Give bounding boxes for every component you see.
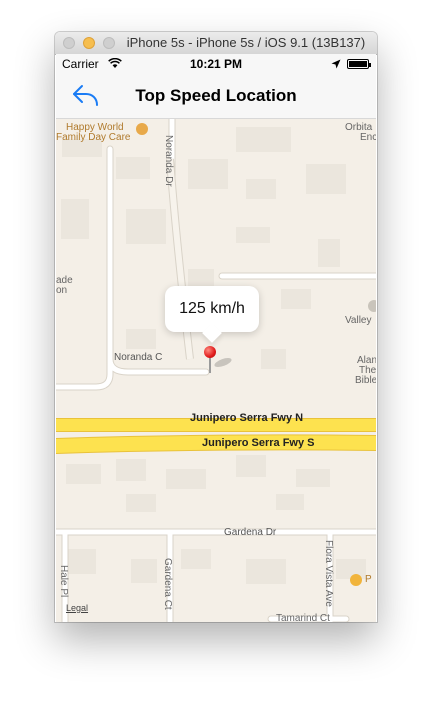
zoom-window-button[interactable] [103,37,115,49]
map-label-valley: Valley [345,315,372,326]
map-label-junipero-serra-fwy-n: Junipero Serra Fwy N [190,412,304,424]
page-title: Top Speed Location [135,86,297,105]
map-label-gardena-ct: Gardena Ct [162,558,173,610]
map-label-family-day-care: Family Day Care [56,132,131,143]
close-window-button[interactable] [63,37,75,49]
speed-callout[interactable]: 125 km/h [165,286,259,332]
map-label-poi-p: P [365,574,372,585]
map-label-enc: Enc [360,132,376,143]
map-label-noranda-c: Noranda C [114,352,163,363]
map-label-flora-vista-ave: Flora Vista Ave [323,540,334,607]
window-title: iPhone 5s - iPhone 5s / iOS 9.1 (13B137) [126,35,366,50]
map-label-junipero-serra-fwy-s: Junipero Serra Fwy S [202,437,315,449]
map-label-tamarind-ct: Tamarind Ct [276,613,330,622]
map-label-bible: Bible [355,375,376,386]
location-arrow-icon [331,58,341,72]
map-label-hale-pl: Hale Pl [58,565,69,598]
legal-link[interactable]: Legal [66,603,88,613]
map-label-noranda-dr: Noranda Dr [163,135,174,187]
battery-icon [347,59,371,69]
navigation-bar: Top Speed Location [56,74,376,119]
status-time: 10:21 PM [189,57,243,71]
status-bar: Carrier 10:21 PM [56,54,376,74]
speed-value: 125 km/h [179,300,245,317]
map-view[interactable]: Happy World Family Day Care Orbita Enc N… [56,119,376,622]
window-titlebar: iPhone 5s - iPhone 5s / iOS 9.1 (13B137) [55,32,377,55]
simulator-window: iPhone 5s - iPhone 5s / iOS 9.1 (13B137)… [55,32,377,622]
map-label-gardena-dr: Gardena Dr [224,527,277,538]
minimize-window-button[interactable] [83,37,95,49]
map-pin-stem [209,357,211,373]
map-pin-icon[interactable] [204,346,216,358]
map-label-on: on [56,285,68,296]
